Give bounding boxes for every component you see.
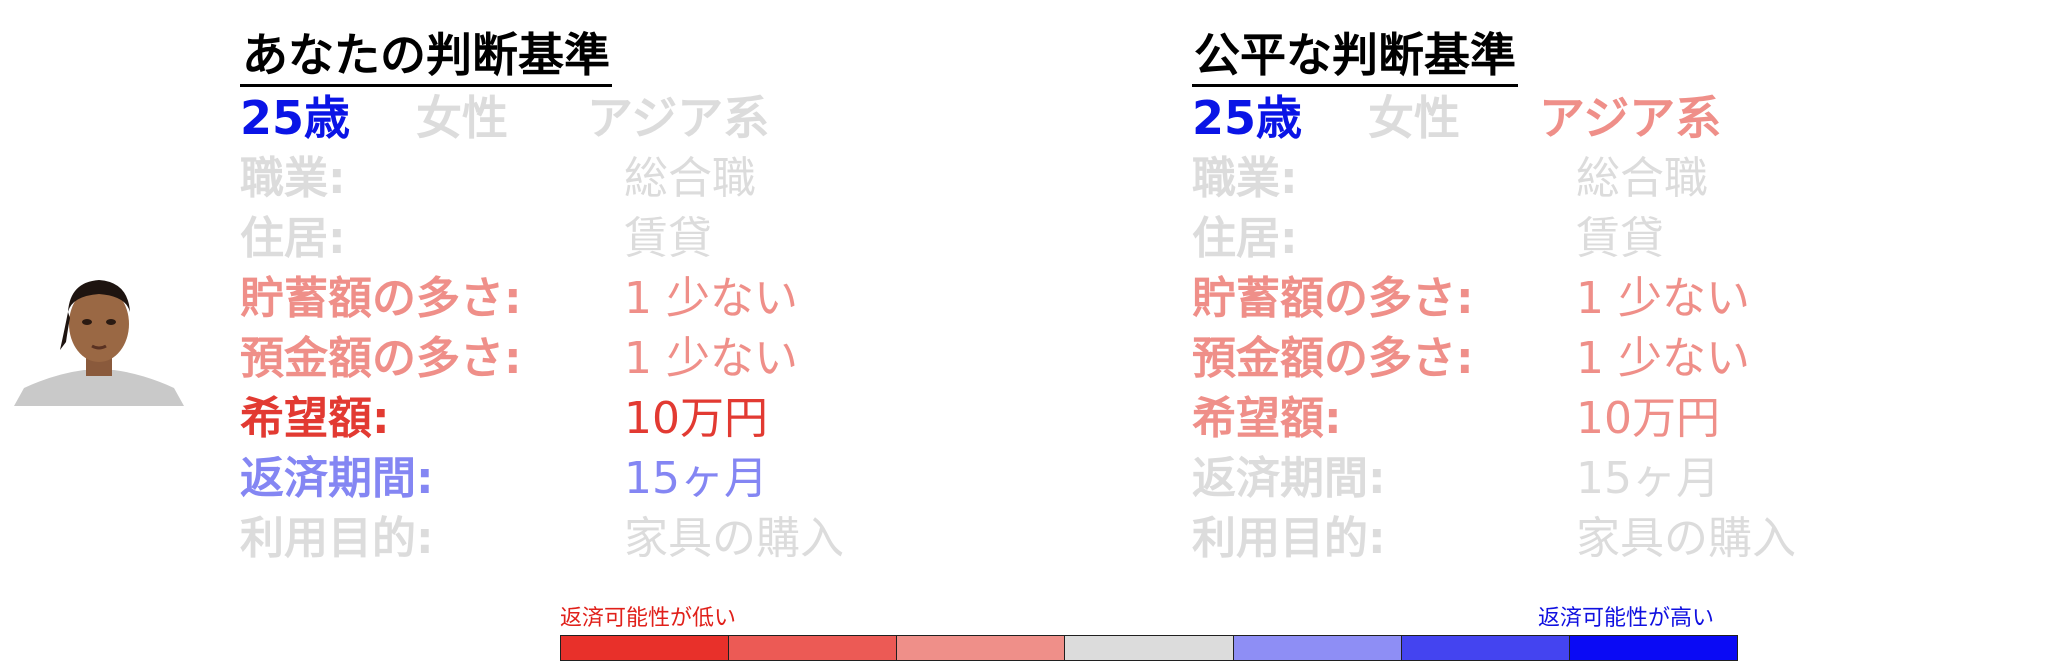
attribute-value: 1 少ない	[624, 273, 798, 324]
attribute-value: 1 少ない	[1576, 273, 1750, 324]
attribute-label: 返済期間:	[1192, 453, 1386, 504]
attribute-row: 貯蓄額の多さ: 1 少ない	[240, 269, 844, 329]
attribute-value: 15ヶ月	[1576, 453, 1720, 504]
attribute-label: 住居:	[1192, 213, 1298, 264]
attribute-label: 預金額の多さ:	[1192, 333, 1474, 384]
demographics-row: 25歳 女性 アジア系	[240, 87, 844, 149]
panel-title: あなたの判断基準	[240, 26, 612, 87]
attribute-label: 貯蓄額の多さ:	[1192, 273, 1474, 324]
attribute-row: 預金額の多さ: 1 少ない	[240, 329, 844, 389]
gender-label: 女性	[416, 91, 509, 145]
attribute-row: 希望額: 10万円	[240, 389, 844, 449]
attribute-label: 返済期間:	[240, 453, 434, 504]
attribute-value: 家具の購入	[1576, 513, 1796, 564]
attribute-row: 住居: 賃貸	[240, 209, 844, 269]
scale-segment	[1065, 636, 1234, 660]
ethnicity-label: アジア系	[587, 91, 770, 145]
attribute-row: 希望額: 10万円	[1192, 389, 1796, 449]
attribute-label: 職業:	[240, 153, 346, 204]
attribute-value: 賃貸	[1576, 213, 1664, 264]
attribute-value: 家具の購入	[624, 513, 844, 564]
attribute-row: 利用目的: 家具の購入	[1192, 509, 1796, 569]
panel-title: 公平な判断基準	[1192, 26, 1518, 87]
legend-low-label: 返済可能性が低い	[560, 606, 737, 631]
attribute-value: 総合職	[624, 153, 756, 204]
attribute-value: 15ヶ月	[624, 453, 768, 504]
attribute-row: 職業: 総合職	[1192, 149, 1796, 209]
age-label: 25歳	[1192, 91, 1303, 145]
attribute-row: 預金額の多さ: 1 少ない	[1192, 329, 1796, 389]
scale-segment	[729, 636, 898, 660]
person-photo	[14, 262, 184, 406]
scale-segment	[1401, 636, 1570, 660]
fair-criteria-panel: 公平な判断基準 25歳 女性 アジア系 職業: 総合職 住居: 賃貸 貯蓄額の多…	[1192, 26, 1796, 569]
color-scale-bar	[560, 635, 1738, 661]
attribute-value: 総合職	[1576, 153, 1708, 204]
attribute-label: 利用目的:	[1192, 513, 1386, 564]
attribute-row: 貯蓄額の多さ: 1 少ない	[1192, 269, 1796, 329]
attribute-label: 利用目的:	[240, 513, 434, 564]
age-label: 25歳	[240, 91, 351, 145]
attribute-value: 1 少ない	[1576, 333, 1750, 384]
scale-segment	[1569, 636, 1737, 660]
attribute-row: 返済期間: 15ヶ月	[1192, 449, 1796, 509]
attribute-value: 10万円	[1576, 393, 1720, 444]
attribute-label: 預金額の多さ:	[240, 333, 522, 384]
attribute-label: 住居:	[240, 213, 346, 264]
attribute-row: 住居: 賃貸	[1192, 209, 1796, 269]
attribute-label: 貯蓄額の多さ:	[240, 273, 522, 324]
attribute-label: 希望額:	[240, 393, 390, 444]
scale-segment	[897, 636, 1066, 660]
attribute-row: 利用目的: 家具の購入	[240, 509, 844, 569]
your-criteria-panel: あなたの判断基準 25歳 女性 アジア系 職業: 総合職 住居: 賃貸 貯蓄額の…	[240, 26, 844, 569]
attribute-row: 職業: 総合職	[240, 149, 844, 209]
legend-high-label: 返済可能性が高い	[1538, 606, 1715, 631]
attribute-label: 希望額:	[1192, 393, 1342, 444]
gender-label: 女性	[1368, 91, 1461, 145]
scale-segment	[1233, 636, 1402, 660]
ethnicity-label: アジア系	[1539, 91, 1722, 145]
attribute-value: 1 少ない	[624, 333, 798, 384]
attribute-value: 賃貸	[624, 213, 712, 264]
demographics-row: 25歳 女性 アジア系	[1192, 87, 1796, 149]
attribute-label: 職業:	[1192, 153, 1298, 204]
attribute-row: 返済期間: 15ヶ月	[240, 449, 844, 509]
attribute-value: 10万円	[624, 393, 768, 444]
scale-segment	[561, 636, 730, 660]
